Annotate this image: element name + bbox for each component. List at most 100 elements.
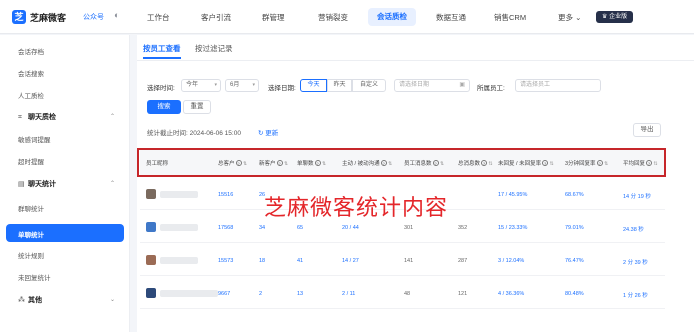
chevron-up-icon[interactable]: ⌃ <box>110 180 115 187</box>
sidebar-group-chat-inspection[interactable]: ⌗ 聊天质检 <box>18 112 56 122</box>
sidebar-item-label: 单聊统计 <box>18 232 44 239</box>
cell-total-messages: 287 <box>458 258 468 264</box>
search-button[interactable]: 搜索 <box>147 100 181 114</box>
nav-data-sync[interactable]: 数据互通 <box>436 12 466 23</box>
cell-avg-reply[interactable]: 2 分 39 秒 <box>623 258 648 266</box>
cell-3min-rate[interactable]: 80.48% <box>565 291 584 297</box>
overlay-watermark-text: 芝麻微客统计内容 <box>264 196 449 221</box>
active-tab-indicator <box>143 57 181 59</box>
nav-workbench[interactable]: 工作台 <box>147 12 170 23</box>
brand-logo-icon[interactable]: 芝 <box>12 10 26 24</box>
chevron-down-icon: ⌄ <box>575 13 582 22</box>
cell-active-passive[interactable]: 2 / 11 <box>342 291 355 297</box>
month-select[interactable]: 6月 ▾ <box>225 79 259 92</box>
sidebar-group-other[interactable]: ⁂ 其他 <box>18 295 42 305</box>
chevron-down-icon: ▾ <box>214 82 217 88</box>
header-highlight-box <box>137 148 666 177</box>
employee-filter-label: 所属员工: <box>477 85 505 92</box>
nav-sales-crm[interactable]: 销售CRM <box>494 12 526 23</box>
nav-customer-acquisition[interactable]: 客户引流 <box>201 12 231 23</box>
tab-by-employee[interactable]: 按员工查看 <box>143 43 181 54</box>
cell-unreplied[interactable]: 17 / 45.95% <box>498 192 527 198</box>
chevron-down-icon[interactable]: ⌄ <box>110 296 115 303</box>
nav-more-label: 更多 <box>558 13 573 22</box>
table-row[interactable]: 15573 18 41 14 / 27 141 287 3 / 12.04% 7… <box>140 246 665 276</box>
employee-select[interactable]: 请选择员工 <box>515 79 601 92</box>
sidebar-item-timeout-alert[interactable]: 超时提醒 <box>18 156 44 166</box>
refresh-link[interactable]: ↻ 更新 <box>258 127 278 137</box>
sidebar-item-manual-inspection[interactable]: 人工质检 <box>18 90 44 100</box>
cell-single-chats[interactable]: 65 <box>297 225 303 231</box>
sidebar: 会话存档 会话搜索 人工质检 ⌗ 聊天质检 ⌃ 敏感词提醒 超时提醒 ▤ 聊天统计 … <box>0 35 130 332</box>
cell-total-customers[interactable]: 9667 <box>218 291 230 297</box>
nav-group-management[interactable]: 群管理 <box>262 12 285 23</box>
cell-total-customers[interactable]: 15516 <box>218 192 233 198</box>
inspection-icon: ⌗ <box>18 114 22 121</box>
chevron-down-icon: ▾ <box>252 82 255 88</box>
cell-avg-reply[interactable]: 14 分 19 秒 <box>623 192 651 200</box>
cell-staff-messages: 301 <box>404 225 414 231</box>
sidebar-item-session-search[interactable]: 会话搜索 <box>18 68 44 78</box>
sidebar-item-single-chat-stats[interactable]: 单聊统计 <box>6 224 124 242</box>
cell-new-customers[interactable]: 2 <box>259 291 262 297</box>
crown-icon: ♛ <box>602 14 608 20</box>
cell-avg-reply[interactable]: 1 分 26 秒 <box>623 291 648 299</box>
cell-unreplied[interactable]: 4 / 36.36% <box>498 291 524 297</box>
date-picker-input[interactable]: 请选择日期 ▣ <box>394 79 470 92</box>
year-select-value: 今年 <box>186 82 199 88</box>
nav-session-quality[interactable]: 会话质检 <box>368 8 416 26</box>
sidebar-item-stats-rules[interactable]: 统计规则 <box>18 250 44 260</box>
stats-icon: ▤ <box>18 181 25 188</box>
sidebar-item-group-stats[interactable]: 群聊统计 <box>18 203 44 213</box>
cell-staff-messages: 48 <box>404 291 411 297</box>
cell-active-passive[interactable]: 20 / 44 <box>342 225 359 231</box>
table-row[interactable]: 9667 2 13 2 / 11 48 121 4 / 36.36% 80.48… <box>140 279 665 309</box>
cell-active-passive[interactable]: 14 / 27 <box>342 258 359 264</box>
refresh-icon: ↻ <box>258 130 264 137</box>
account-switch[interactable]: 公众号 <box>83 12 104 22</box>
avatar <box>146 222 156 232</box>
cell-single-chats[interactable]: 41 <box>297 258 303 264</box>
cell-new-customers[interactable]: 18 <box>259 258 265 264</box>
year-select[interactable]: 今年 ▾ <box>181 79 221 92</box>
date-filter-label: 选择日期: <box>268 85 296 92</box>
sidebar-item-session-archive[interactable]: 会话存档 <box>18 46 44 56</box>
cell-avg-reply[interactable]: 24.38 秒 <box>623 225 644 233</box>
sidebar-group-chat-stats[interactable]: ▤ 聊天统计 <box>18 179 56 189</box>
sidebar-group-label: 聊天质检 <box>28 114 56 121</box>
export-button[interactable]: 导出 <box>633 123 661 137</box>
avatar <box>146 288 156 298</box>
sidebar-item-unreplied-stats[interactable]: 未回复统计 <box>18 272 51 282</box>
cell-total-customers[interactable]: 17568 <box>218 225 233 231</box>
brand-name: 芝麻微客 <box>30 13 67 23</box>
nav-more-menu[interactable]: 更多 ⌄ <box>558 12 581 23</box>
sidebar-group-label: 聊天统计 <box>28 181 56 188</box>
cell-3min-rate[interactable]: 68.67% <box>565 192 584 198</box>
cell-3min-rate[interactable]: 79.01% <box>565 225 584 231</box>
date-today-button[interactable]: 今天 <box>300 79 327 92</box>
date-picker-placeholder: 请选择日期 <box>399 82 430 88</box>
edition-badge: ♛ 企业版 <box>596 11 634 23</box>
reset-button[interactable]: 重置 <box>183 100 211 114</box>
employee-name-redacted <box>160 290 218 297</box>
date-custom-button[interactable]: 自定义 <box>352 79 386 92</box>
cell-total-messages: 121 <box>458 291 468 297</box>
nav-marketing-fission[interactable]: 营销裂变 <box>318 12 348 23</box>
chevron-up-icon[interactable]: ⌃ <box>110 113 115 120</box>
cell-staff-messages: 141 <box>404 258 414 264</box>
cell-new-customers[interactable]: 34 <box>259 225 265 231</box>
tab-by-filter-records[interactable]: 按过滤记录 <box>195 43 233 54</box>
cell-total-customers[interactable]: 15573 <box>218 258 233 264</box>
sidebar-item-sensitive-words[interactable]: 敏感词提醒 <box>18 134 51 144</box>
avatar <box>146 255 156 265</box>
cell-3min-rate[interactable]: 76.47% <box>565 258 584 264</box>
other-icon: ⁂ <box>18 297 25 304</box>
cell-unreplied[interactable]: 15 / 23.33% <box>498 225 527 231</box>
theme-toggle-icon[interactable]: ◐ <box>114 10 124 20</box>
cell-single-chats[interactable]: 13 <box>297 291 303 297</box>
stats-deadline: 统计截止时间: 2024-06-06 15:00 <box>147 130 241 137</box>
cell-unreplied[interactable]: 3 / 12.04% <box>498 258 524 264</box>
refresh-label: 更新 <box>265 130 279 137</box>
date-yesterday-button[interactable]: 昨天 <box>327 79 352 92</box>
cell-total-messages: 352 <box>458 225 468 231</box>
